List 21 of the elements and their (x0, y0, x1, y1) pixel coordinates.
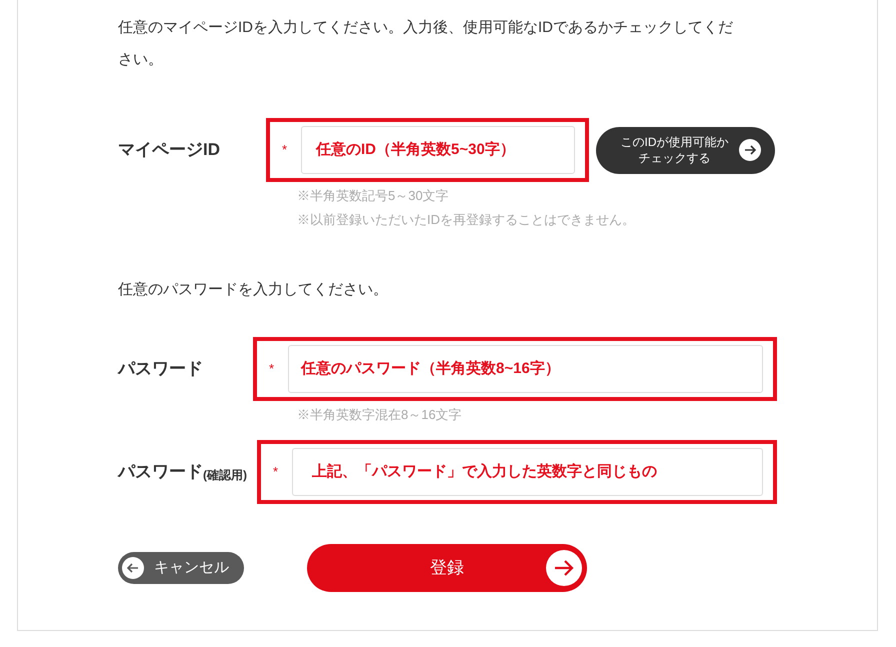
input-field[interactable]: 任意のID（半角英数5~30字） (301, 126, 575, 174)
arrow-right-icon (738, 139, 760, 161)
instruction-text: 任意のパスワードを入力してください。 (118, 280, 389, 300)
required-mark: * (269, 360, 276, 378)
check-availability-button[interactable]: このIDが使用可能か チェックする (596, 126, 775, 174)
hint-text: ※以前登録いただいたIDを再登録することはできません。 (297, 211, 636, 229)
required-mark: * (273, 463, 280, 482)
field-label: パスワード (118, 358, 203, 380)
field-label: パスワード (118, 461, 203, 484)
cancel-button[interactable]: キャンセル (118, 552, 244, 584)
register-button[interactable]: 登録 (307, 544, 587, 592)
required-mark: * (282, 141, 288, 160)
input-field[interactable]: 上記、「パスワード」で入力した英数字と同じもの (292, 448, 763, 496)
arrow-right-icon (546, 550, 582, 586)
instruction-text: 任意のマイページIDを入力してください。入力後、使用可能なIDであるかチェックしてください。 (118, 18, 734, 70)
arrow-left-icon (122, 557, 144, 579)
hint-text: ※半角英数字混在8～16文字 (297, 406, 463, 424)
input-field[interactable]: 任意のパスワード（半角英数8~16字） (288, 345, 763, 393)
field-label-note: (確認用) (203, 466, 247, 484)
hint-text: ※半角英数記号5～30文字 (297, 187, 450, 205)
field-label: マイページID (118, 139, 220, 162)
